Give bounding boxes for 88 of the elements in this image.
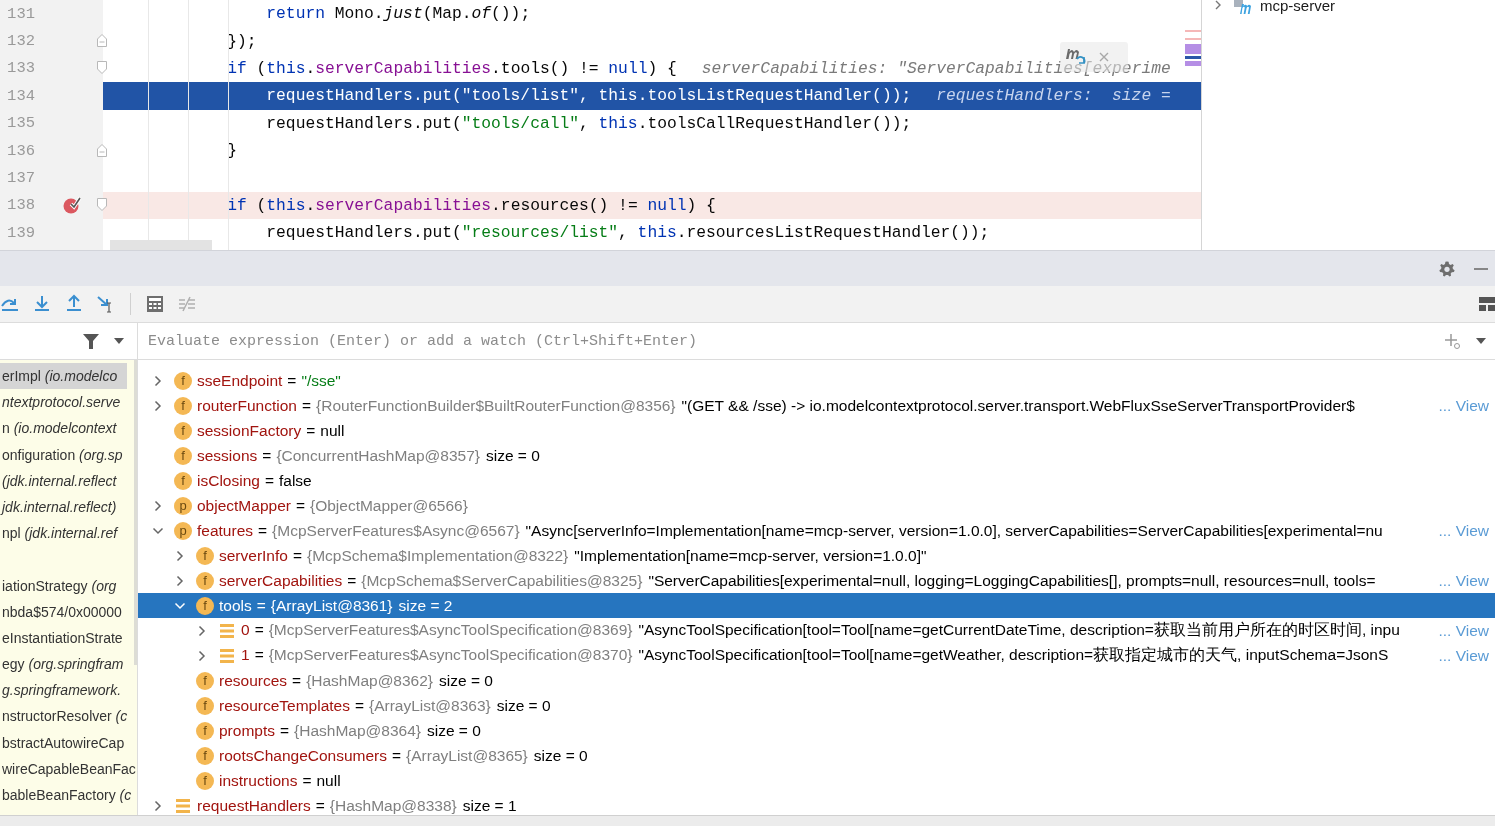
stack-frame-item[interactable]: nbda$574/0x00000 (0, 598, 127, 625)
breakpoint-icon[interactable] (63, 196, 83, 215)
code-line: requestHandlers.put("resources/list", this.resourcesListRequestHandler()); (265, 223, 990, 243)
stack-frame-item[interactable]: bstractAutowireCap (0, 729, 128, 756)
variable-entry[interactable]: 0 = {McpServerFeatures$AsyncToolSpecification@8369} "AsyncToolSpecification[tool=Tool[name=getCurrentDateTime, description=获取当前用户所在的时区时间, inpu (241, 620, 1400, 641)
step-into-icon[interactable] (32, 294, 52, 314)
stack-frame-item[interactable]: wireCapableBeanFac (0, 755, 137, 782)
stack-frame-item[interactable]: jdk.internal.reflect) (0, 493, 127, 521)
variable-entry[interactable]: sessionFactory = null (197, 421, 345, 440)
line-number: 131 (6, 4, 35, 23)
code-line: } (226, 141, 237, 161)
variable-entry[interactable]: sseEndpoint = "/sse" (197, 371, 341, 390)
field-icon: f (174, 396, 192, 415)
inline-value-hint: requestHandlers: size = (936, 86, 1171, 106)
fold-marker-icon[interactable] (96, 32, 108, 49)
settings-icon[interactable] (1438, 259, 1456, 278)
variable-entry[interactable]: objectMapper = {ObjectMapper@6566} (197, 496, 474, 515)
variable-entry[interactable]: resourceTemplates = {ArrayList@8363} size = 0 (219, 696, 551, 715)
line-number: 136 (6, 141, 35, 160)
layout-icon[interactable] (1479, 296, 1495, 312)
field-icon: f (196, 571, 214, 590)
variable-entry[interactable]: features = {McpServerFeatures$Async@6567} "Async[serverInfo=Implementation[name=mcp-server, version=1.0.0], serverCapabilities=ServerCapabilities[experimental=nu (197, 521, 1383, 540)
stack-frame-item[interactable]: ntextprotocol.serve (0, 389, 127, 416)
field-icon: f (196, 596, 214, 615)
calculator-icon[interactable] (145, 294, 165, 314)
code-line: if (this.serverCapabilities.resources() != null) { (226, 195, 716, 215)
stack-frame-item[interactable]: nstructorResolver (c (0, 703, 131, 730)
fold-marker-icon[interactable] (96, 59, 108, 76)
dropdown-caret-icon[interactable] (113, 337, 125, 345)
stack-frame-item[interactable]: (jdk.internal.reflect (0, 467, 127, 494)
project-tree-item[interactable]: mcp-server (1202, 0, 1335, 16)
variable-entry[interactable]: rootsChangeConsumers = {ArrayList@8365} size = 0 (219, 746, 588, 765)
variable-entry[interactable]: isClosing = false (197, 471, 312, 490)
fold-marker-icon[interactable] (96, 196, 108, 213)
line-number: 135 (6, 114, 35, 133)
field-icon: f (196, 721, 214, 740)
stack-frame-item[interactable]: eInstantiationStrate (0, 624, 127, 652)
property-icon: p (174, 521, 192, 540)
field-icon: f (196, 771, 214, 790)
variable-entry[interactable]: resources = {HashMap@8362} size = 0 (219, 671, 493, 690)
line-number: 133 (6, 59, 35, 78)
expression-field[interactable]: Evaluate expression (Enter) or add a watch (Ctrl+Shift+Enter) (138, 326, 1443, 356)
line-number: 139 (6, 223, 35, 242)
list-icon (218, 646, 236, 665)
module-icon (1232, 0, 1254, 15)
code-line: if (this.serverCapabilities.tools() != null) { (226, 58, 677, 78)
field-icon: f (196, 696, 214, 715)
variable-entry[interactable]: serverInfo = {McpSchema$Implementation@8322} "Implementation[name=mcp-server, version=1.0.0]" (219, 546, 927, 565)
variable-entry[interactable]: routerFunction = {RouterFunctionBuilder$BuiltRouterFunction@8356} "(GET && /sse) -> io.modelcontextprotocol.server.transport.WebFluxSseServerTransportProvider$ (197, 396, 1355, 415)
line-number: 134 (6, 86, 35, 105)
field-icon: f (174, 471, 192, 490)
variable-entry[interactable]: prompts = {HashMap@8364} size = 0 (219, 721, 481, 740)
code-line: requestHandlers.put("tools/list", this.toolsListRequestHandler()); (265, 86, 912, 106)
code-line: }); (226, 31, 257, 51)
variable-entry[interactable]: sessions = {ConcurrentHashMap@8357} size = 0 (197, 446, 540, 465)
field-icon: f (196, 671, 214, 690)
code-line: return Mono.just(Map.of()); (265, 4, 531, 24)
field-icon: f (174, 446, 192, 465)
filter-icon[interactable] (83, 333, 99, 349)
step-out-icon[interactable] (64, 294, 84, 314)
inline-value-hint: serverCapabilities: "ServerCapabilities[experime (701, 58, 1171, 78)
field-icon: f (196, 546, 214, 565)
line-number: 132 (6, 32, 35, 51)
stack-frame-item[interactable]: egy (org.springfram (0, 651, 127, 678)
field-icon: f (174, 371, 192, 390)
field-icon: f (174, 421, 192, 440)
stack-frame-item[interactable]: n (io.modelcontext (0, 415, 127, 442)
code-line: requestHandlers.put("tools/call", this.toolsCallRequestHandler()); (265, 113, 912, 133)
list-icon (174, 796, 192, 815)
variable-entry[interactable]: tools = {ArrayList@8361} size = 2 (219, 596, 453, 615)
stack-frame-item[interactable]: erImpl (io.modelco (0, 363, 127, 390)
variable-entry[interactable]: serverCapabilities = {McpSchema$ServerCapabilities@8325} "ServerCapabilities[experimental=null, logging=LoggingCapabilities[], prompts=null, resources=null, tools= (219, 571, 1376, 590)
stack-frame-item[interactable]: iationStrategy (org (0, 572, 127, 599)
variable-entry[interactable]: 1 = {McpServerFeatures$AsyncToolSpecification@8370} "AsyncToolSpecification[tool=Tool[name=getWeather, description=获取指定城市的天气, inputSchema=JsonS (241, 645, 1389, 666)
line-number: 138 (6, 196, 35, 215)
stack-frame-item[interactable]: bableBeanFactory (c (0, 782, 135, 809)
stack-frame-item[interactable]: g.springframework. (0, 677, 127, 704)
dropdown-caret-icon[interactable] (1475, 337, 1487, 345)
field-icon: f (196, 746, 214, 765)
variable-entry[interactable]: instructions = null (219, 771, 341, 790)
stack-frame-item[interactable]: onfiguration (org.sp (0, 441, 127, 468)
property-icon: p (174, 496, 192, 515)
variable-entry[interactable]: requestHandlers = {HashMap@8338} size = 1 (197, 796, 517, 815)
fold-marker-icon[interactable] (96, 141, 108, 158)
list-icon (218, 621, 236, 640)
line-number: 137 (6, 169, 35, 188)
error-stripe-drawing (1185, 30, 1201, 66)
stack-frame-item[interactable]: npl (jdk.internal.ref (0, 520, 127, 547)
